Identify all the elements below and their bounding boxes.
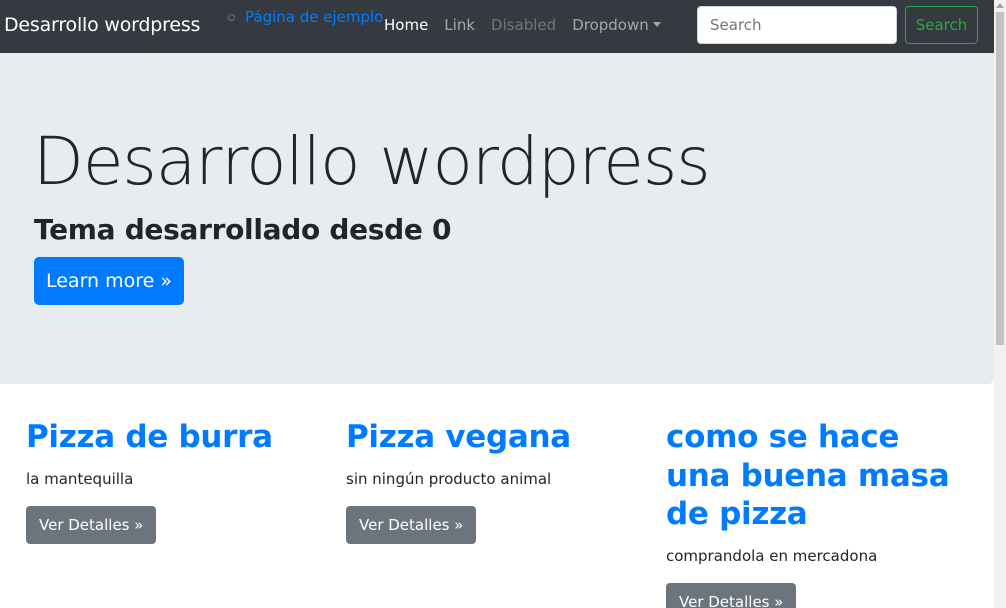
caret-down-icon xyxy=(652,22,661,27)
learn-more-button[interactable]: Learn more » xyxy=(34,257,184,305)
jumbotron-subtitle: Tema desarrollado desde 0 xyxy=(34,213,452,246)
sample-page-link[interactable]: Página de ejemplo xyxy=(245,8,383,26)
navbar-brand[interactable]: Desarrollo wordpress xyxy=(4,14,200,36)
nav-item-dropdown[interactable]: Dropdown xyxy=(572,16,661,34)
nav-item-link[interactable]: Link xyxy=(444,16,475,34)
scroll-up-arrow-icon[interactable] xyxy=(996,3,1004,8)
vertical-scrollbar[interactable] xyxy=(994,0,1006,608)
post-card: Pizza vegana sin ningún producto animal … xyxy=(346,418,636,544)
post-excerpt: comprandola en mercadona xyxy=(666,546,878,565)
nav-item-home[interactable]: Home xyxy=(384,16,428,34)
post-title-link[interactable]: Pizza de burra xyxy=(26,418,316,457)
search-button[interactable]: Search xyxy=(905,6,978,44)
list-bullet-icon xyxy=(228,13,235,21)
post-card: como se hace una buena masa de pizza com… xyxy=(666,418,956,608)
nav-menu: Home Link Disabled Dropdown xyxy=(384,16,677,34)
details-button[interactable]: Ver Detalles » xyxy=(26,505,157,544)
nav-item-disabled: Disabled xyxy=(491,16,557,34)
details-button[interactable]: Ver Detalles » xyxy=(346,505,477,544)
post-card: Pizza de burra la mantequilla Ver Detall… xyxy=(26,418,316,544)
dropdown-label: Dropdown xyxy=(572,16,649,34)
page-list: Página de ejemplo xyxy=(228,8,383,26)
post-excerpt: la mantequilla xyxy=(26,469,134,488)
details-button[interactable]: Ver Detalles » xyxy=(666,582,797,608)
post-excerpt: sin ningún producto animal xyxy=(346,469,552,488)
scrollbar-thumb[interactable] xyxy=(996,12,1004,345)
jumbotron-title: Desarrollo wordpress xyxy=(33,123,711,200)
post-title-link[interactable]: Pizza vegana xyxy=(346,418,636,457)
search-input[interactable] xyxy=(697,6,897,44)
top-navbar: Desarrollo wordpress Página de ejemplo H… xyxy=(0,0,994,53)
post-title-link[interactable]: como se hace una buena masa de pizza xyxy=(666,418,956,534)
jumbotron: Desarrollo wordpress Tema desarrollado d… xyxy=(0,53,994,384)
